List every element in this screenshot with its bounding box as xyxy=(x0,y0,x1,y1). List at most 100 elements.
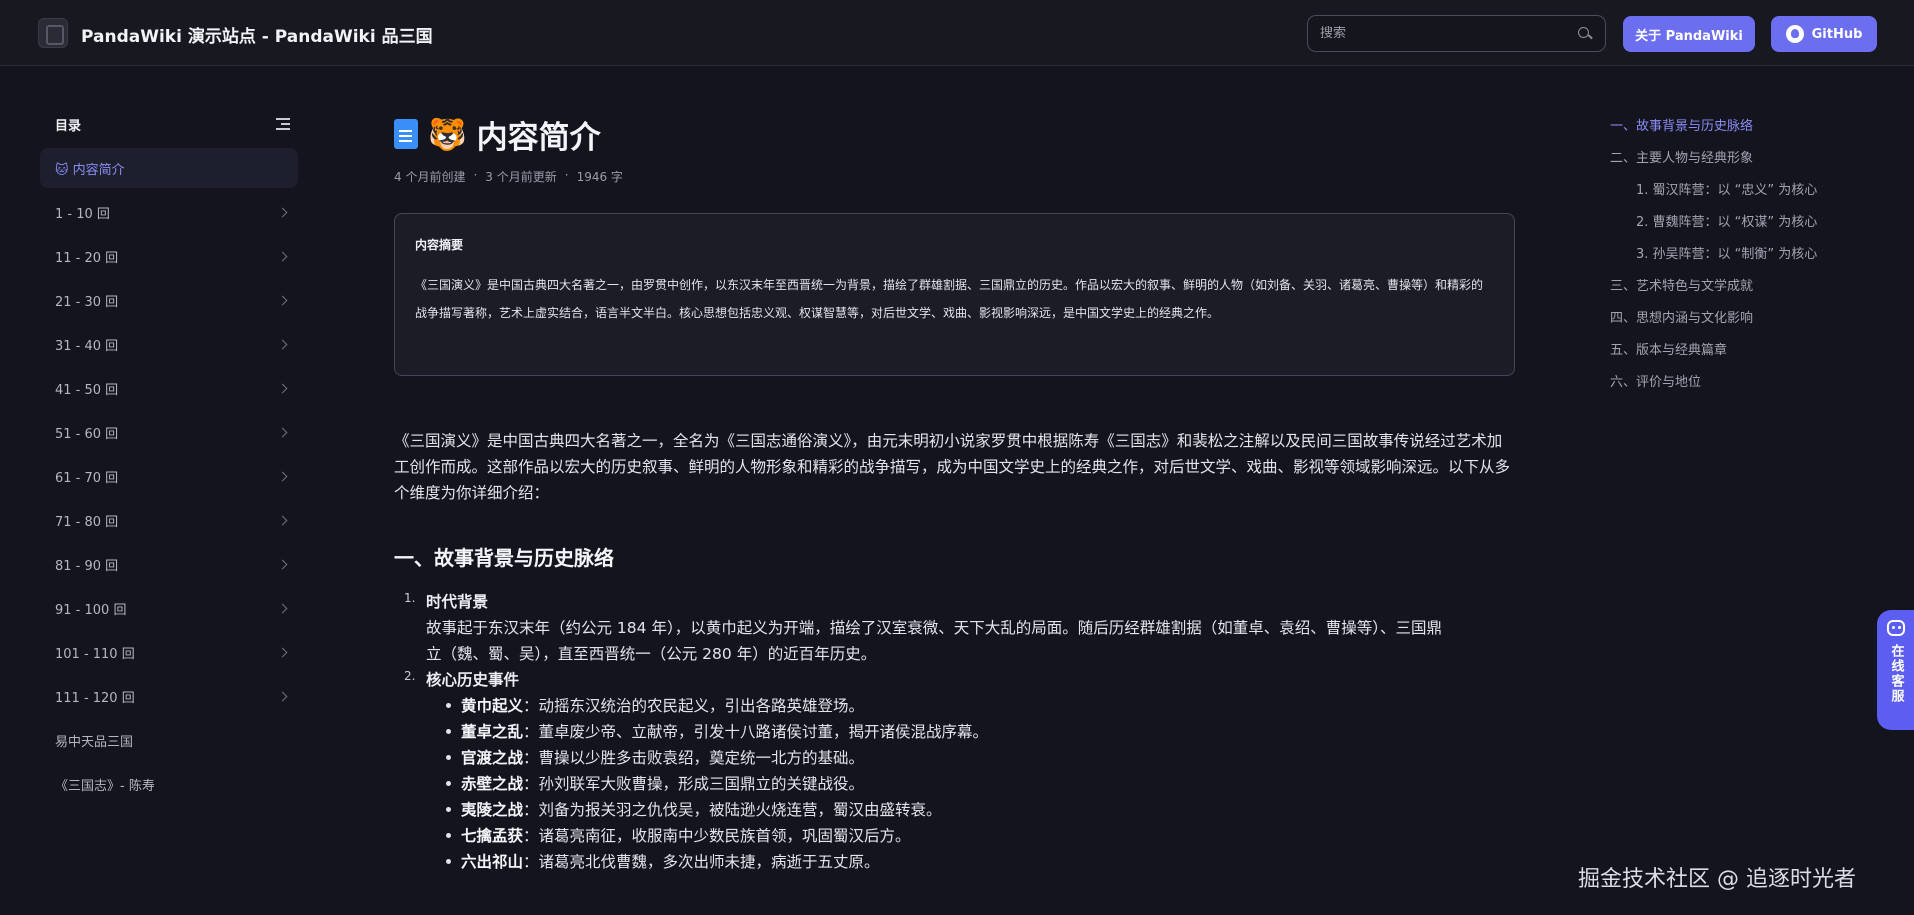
outline-item[interactable]: 3. 孙吴阵营：以 “制衡” 为核心 xyxy=(1610,244,1890,276)
chevron-right-icon[interactable] xyxy=(277,515,288,525)
github-button[interactable]: GitHub xyxy=(1771,16,1877,52)
chevron-right-icon[interactable] xyxy=(277,559,288,569)
event-name: 黄巾起义 xyxy=(461,697,524,715)
sidebar-item[interactable]: 61 - 70 回 xyxy=(40,456,298,496)
watermark: 掘金技术社区 @ 追逐时光者 xyxy=(1578,867,1856,892)
event-text: 官渡之战：曹操以少胜多击败袁绍，奠定统一北方的基础。 xyxy=(461,745,864,771)
outline-item[interactable]: 四、思想内涵与文化影响 xyxy=(1610,308,1890,340)
sidebar-item[interactable]: 易中天品三国 xyxy=(40,720,298,760)
event-name: 赤壁之战 xyxy=(461,775,524,793)
chevron-right-icon[interactable] xyxy=(277,383,288,393)
list-item-title: 时代背景 xyxy=(426,593,489,611)
outline-item[interactable]: 三、艺术特色与文学成就 xyxy=(1610,276,1890,308)
sidebar-item[interactable]: 31 - 40 回 xyxy=(40,324,298,364)
sidebar-item-label: 71 - 80 回 xyxy=(55,514,119,530)
sidebar-item[interactable]: 1 - 10 回 xyxy=(40,192,298,232)
outline-item[interactable]: 2. 曹魏阵营：以 “权谋” 为核心 xyxy=(1610,212,1890,244)
summary-card: 内容摘要 《三国演义》是中国古典四大名著之一，由罗贯中创作，以东汉末年至西晋统一… xyxy=(394,213,1515,376)
bullet-icon xyxy=(446,859,451,864)
online-service-label: 在线客服 xyxy=(1888,644,1904,704)
event-desc: ：动摇东汉统治的农民起义，引出各路英雄登场。 xyxy=(523,697,865,715)
event-desc: ：诸葛亮北伐曹魏，多次出师未捷，病逝于五丈原。 xyxy=(523,853,880,871)
sidebar-heading: 目录 xyxy=(55,118,82,134)
bullet-icon xyxy=(446,703,451,708)
chevron-right-icon[interactable] xyxy=(277,295,288,305)
chevron-right-icon[interactable] xyxy=(277,427,288,437)
created-time: 4 个月前创建 xyxy=(394,170,466,184)
sidebar-item[interactable]: 21 - 30 回 xyxy=(40,280,298,320)
sidebar-item[interactable]: 111 - 120 回 xyxy=(40,676,298,716)
list-item: 2. 核心历史事件 黄巾起义：动摇东汉统治的农民起义，引出各路英雄登场。 董卓之乱… xyxy=(404,667,1516,875)
event-name: 七擒孟获 xyxy=(461,827,524,845)
main-content: 🐯 内容简介 4 个月前创建 · 3 个月前更新 · 1946 字 内容摘要 《… xyxy=(394,112,1516,875)
chevron-right-icon[interactable] xyxy=(277,647,288,657)
chevron-right-icon[interactable] xyxy=(277,471,288,481)
event-text: 黄巾起义：动摇东汉统治的农民起义，引出各路英雄登场。 xyxy=(461,693,864,719)
event-desc: ：曹操以少胜多击败袁绍，奠定统一北方的基础。 xyxy=(523,749,865,767)
event-text: 六出祁山：诸葛亮北伐曹魏，多次出师未捷，病逝于五丈原。 xyxy=(461,849,880,875)
github-button-label: GitHub xyxy=(1811,26,1863,42)
chevron-right-icon[interactable] xyxy=(277,251,288,261)
chevron-right-icon[interactable] xyxy=(277,691,288,701)
sidebar-item[interactable]: 81 - 90 回 xyxy=(40,544,298,584)
events-list: 黄巾起义：动摇东汉统治的农民起义，引出各路英雄登场。董卓之乱：董卓废少帝、立献帝… xyxy=(426,693,1516,875)
chevron-right-icon[interactable] xyxy=(277,339,288,349)
sidebar-item[interactable]: 41 - 50 回 xyxy=(40,368,298,408)
sidebar-item[interactable]: 91 - 100 回 xyxy=(40,588,298,628)
sidebar-item-label: 101 - 110 回 xyxy=(55,646,135,662)
summary-text: 《三国演义》是中国古典四大名著之一，由罗贯中创作，以东汉末年至西晋统一为背景，描… xyxy=(415,278,1484,320)
sidebar-item[interactable]: 71 - 80 回 xyxy=(40,500,298,540)
sidebar-item-label: 111 - 120 回 xyxy=(55,690,135,706)
word-count: 1946 字 xyxy=(576,170,623,184)
bullet-icon xyxy=(446,833,451,838)
meta-separator: · xyxy=(473,168,478,182)
page-outline: 一、故事背景与历史脉络 二、主要人物与经典形象 1. 蜀汉阵营：以 “忠义” 为核心… xyxy=(1610,116,1890,404)
outline-item[interactable]: 一、故事背景与历史脉络 xyxy=(1610,116,1890,148)
sidebar-item-label: 31 - 40 回 xyxy=(55,338,119,354)
sidebar-item[interactable]: 🐱 内容简介 xyxy=(40,148,298,188)
sidebar-item[interactable]: 11 - 20 回 xyxy=(40,236,298,276)
sidebar-item[interactable]: 101 - 110 回 xyxy=(40,632,298,672)
search-icon[interactable] xyxy=(1577,26,1593,42)
site-title[interactable]: PandaWiki 演示站点 - PandaWiki 品三国 xyxy=(81,22,433,47)
sidebar-item-label: 11 - 20 回 xyxy=(55,250,119,266)
sidebar-item[interactable]: 51 - 60 回 xyxy=(40,412,298,452)
event-list-item: 夷陵之战：刘备为报关羽之仇伐吴，被陆逊火烧连营，蜀汉由盛转衰。 xyxy=(446,797,1516,823)
search-box[interactable] xyxy=(1307,15,1606,52)
ordered-list: 1. 时代背景 故事起于东汉末年（约公元 184 年），以黄巾起义为开端，描绘了… xyxy=(394,589,1516,875)
event-desc: ：诸葛亮南征，收服南中少数民族首领，巩固蜀汉后方。 xyxy=(523,827,911,845)
sidebar: 目录 🐱 内容简介 1 - 10 回 11 - 20 回 21 - 30 回 31 - … xyxy=(40,112,298,808)
title-emoji: 🐯 xyxy=(428,116,467,153)
chevron-right-icon[interactable] xyxy=(277,207,288,217)
outline-item[interactable]: 1. 蜀汉阵营：以 “忠义” 为核心 xyxy=(1610,180,1890,212)
event-name: 董卓之乱 xyxy=(461,723,524,741)
outline-item[interactable]: 六、评价与地位 xyxy=(1610,372,1890,404)
outline-item[interactable]: 五、版本与经典篇章 xyxy=(1610,340,1890,372)
chevron-right-icon[interactable] xyxy=(277,603,288,613)
event-desc: ：刘备为报关羽之仇伐吴，被陆逊火烧连营，蜀汉由盛转衰。 xyxy=(523,801,942,819)
page-meta: 4 个月前创建 · 3 个月前更新 · 1946 字 xyxy=(394,168,1516,185)
outline-item[interactable]: 二、主要人物与经典形象 xyxy=(1610,148,1890,180)
sidebar-item[interactable]: 《三国志》- 陈寿 xyxy=(40,764,298,804)
online-service-button[interactable]: 在线客服 xyxy=(1877,610,1914,730)
event-list-item: 黄巾起义：动摇东汉统治的农民起义，引出各路英雄登场。 xyxy=(446,693,1516,719)
event-name: 夷陵之战 xyxy=(461,801,524,819)
bullet-icon xyxy=(446,755,451,760)
intro-paragraph: 《三国演义》是中国古典四大名著之一，全名为《三国志通俗演义》，由元末明初小说家罗… xyxy=(394,432,1511,502)
list-number: 2. xyxy=(404,669,416,683)
bullet-icon xyxy=(446,781,451,786)
sidebar-item-label: 21 - 30 回 xyxy=(55,294,119,310)
collapse-menu-icon[interactable] xyxy=(276,118,290,130)
list-item: 1. 时代背景 故事起于东汉末年（约公元 184 年），以黄巾起义为开端，描绘了… xyxy=(404,589,1516,667)
event-list-item: 赤壁之战：孙刘联军大败曹操，形成三国鼎立的关键战役。 xyxy=(446,771,1516,797)
sidebar-item-label: 81 - 90 回 xyxy=(55,558,119,574)
top-header: PandaWiki 演示站点 - PandaWiki 品三国 关于 PandaW… xyxy=(0,0,1914,66)
site-logo-icon[interactable] xyxy=(38,18,68,48)
about-pandawiki-button[interactable]: 关于 PandaWiki xyxy=(1623,16,1755,52)
event-desc: ：董卓废少帝、立献帝，引发十八路诸侯讨董，揭开诸侯混战序幕。 xyxy=(523,723,989,741)
sidebar-item-label: 🐱 内容简介 xyxy=(55,162,125,178)
search-input[interactable] xyxy=(1320,26,1577,41)
meta-separator: · xyxy=(564,168,569,182)
sidebar-item-label: 91 - 100 回 xyxy=(55,602,127,618)
bullet-icon xyxy=(446,729,451,734)
